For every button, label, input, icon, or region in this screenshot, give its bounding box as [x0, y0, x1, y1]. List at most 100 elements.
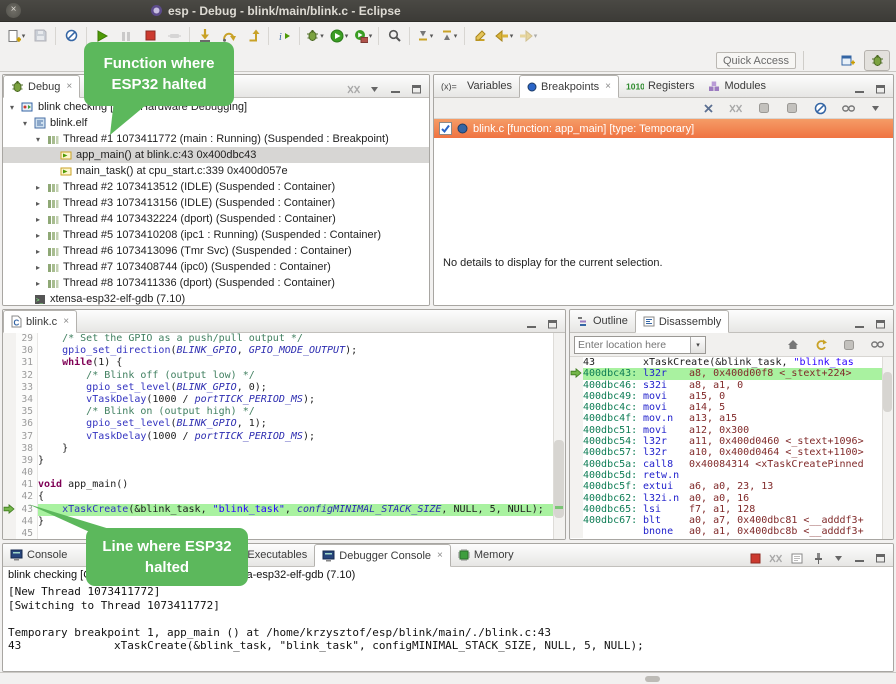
- step-return-button[interactable]: [241, 25, 265, 47]
- debug-tree-item[interactable]: ▸Thread #6 1073413096 (Tmr Svc) (Suspend…: [3, 243, 429, 259]
- disassembly-instruction[interactable]: 400dbc49:movia15, 0: [570, 391, 893, 402]
- instruction-stepping-button[interactable]: i: [272, 25, 296, 47]
- disassembly-instruction[interactable]: 400dbc5d:retw.n: [570, 470, 893, 481]
- tree-expand-arrow-icon[interactable]: ▸: [33, 263, 43, 272]
- editor-line[interactable]: 29 /* Set the GPIO as a push/pull output…: [3, 333, 565, 345]
- tree-expand-arrow-icon[interactable]: ▸: [33, 199, 43, 208]
- tab-memory[interactable]: Memory: [451, 544, 521, 566]
- debug-tree-item[interactable]: ▾blink.elf: [3, 115, 429, 131]
- tab-console[interactable]: Console: [3, 544, 74, 566]
- editor-line[interactable]: 38 }: [3, 443, 565, 455]
- tab-outline[interactable]: Outline: [570, 310, 635, 332]
- external-tools-button[interactable]: ▾: [351, 25, 375, 47]
- maximize-view-button[interactable]: [408, 81, 426, 97]
- editor-line[interactable]: 41void app_main(): [3, 479, 565, 491]
- remove-breakpoint-button[interactable]: [696, 97, 720, 119]
- disassembly-instruction[interactable]: 400dbc51:movia12, 0x300: [570, 425, 893, 436]
- editor-line[interactable]: 30 gpio_set_direction(BLINK_GPIO, GPIO_M…: [3, 345, 565, 357]
- show-supported-breakpoints-button[interactable]: [752, 97, 776, 119]
- breakpoint-item[interactable]: blink.c [function: app_main] [type: Temp…: [434, 119, 893, 138]
- tab-disassembly[interactable]: Disassembly: [635, 310, 729, 333]
- close-tab-icon[interactable]: ×: [605, 81, 611, 92]
- clear-console-button[interactable]: [788, 550, 806, 566]
- editor-line[interactable]: 37 vTaskDelay(1000 / portTICK_PERIOD_MS)…: [3, 431, 565, 443]
- tree-expand-arrow-icon[interactable]: ▸: [33, 183, 43, 192]
- disassembly-instruction[interactable]: 400dbc5f:extuia6, a0, 23, 13: [570, 481, 893, 492]
- tab-variables[interactable]: (x)=Variables: [434, 75, 519, 97]
- last-edit-location-button[interactable]: [468, 25, 492, 47]
- tab-breakpoints[interactable]: Breakpoints×: [519, 75, 619, 98]
- quick-access-button[interactable]: Quick Access: [716, 52, 796, 69]
- breakpoints-menu-button[interactable]: [864, 97, 888, 119]
- debug-tree-item[interactable]: app_main() at blink.c:43 0x400dbc43: [3, 147, 429, 163]
- minimize-view-button[interactable]: [387, 81, 405, 97]
- debug-tree-item[interactable]: ▸Thread #3 1073413156 (IDLE) (Suspended …: [3, 195, 429, 211]
- disassembly-instruction[interactable]: 400dbc46:s32ia8, a1, 0: [570, 380, 893, 391]
- run-button[interactable]: ▾: [327, 25, 351, 47]
- refresh-button[interactable]: [809, 334, 833, 356]
- tree-expand-arrow-icon[interactable]: ▸: [33, 215, 43, 224]
- tree-expand-arrow-icon[interactable]: ▾: [20, 119, 30, 128]
- dropdown-arrow-icon[interactable]: ▾: [320, 32, 324, 40]
- debug-tree-item[interactable]: ▸Thread #8 1073411336 (dport) (Suspended…: [3, 275, 429, 291]
- editor-line[interactable]: 31 while(1) {: [3, 357, 565, 369]
- disassembly-listing[interactable]: 43xTaskCreate(&blink_task, "blink_tas400…: [570, 357, 893, 539]
- tab-modules[interactable]: Modules: [701, 75, 773, 97]
- editor-line[interactable]: 40: [3, 467, 565, 479]
- tree-expand-arrow-icon[interactable]: ▸: [33, 247, 43, 256]
- tab-debug[interactable]: Debug×: [3, 75, 80, 98]
- disassembly-instruction[interactable]: 400dbc65:lsif7, a1, 128: [570, 504, 893, 515]
- location-combo[interactable]: ▾: [574, 336, 706, 354]
- debug-tree-item[interactable]: main_task() at cpu_start.c:339 0x400d057…: [3, 163, 429, 179]
- disassembly-instruction[interactable]: 400dbc5a:call80x40084314 <xTaskCreatePin…: [570, 459, 893, 470]
- new-button[interactable]: ▾: [4, 25, 28, 47]
- next-annotation-button[interactable]: ▾: [413, 25, 437, 47]
- debug-tree-item[interactable]: ▾Thread #1 1073411772 (main : Running) (…: [3, 131, 429, 147]
- close-tab-icon[interactable]: ×: [66, 81, 72, 92]
- debug-tree-item[interactable]: ▸Thread #5 1073410208 (ipc1 : Running) (…: [3, 227, 429, 243]
- dropdown-arrow-icon[interactable]: ▾: [22, 32, 26, 40]
- debug-perspective-button[interactable]: [864, 50, 890, 71]
- minimize-view-button[interactable]: [851, 550, 869, 566]
- terminate-button[interactable]: [746, 550, 764, 566]
- horizontal-scrollbar-thumb[interactable]: [645, 676, 660, 682]
- dropdown-arrow-icon[interactable]: ▾: [534, 32, 538, 40]
- window-close-button[interactable]: ×: [6, 3, 21, 18]
- tab-registers[interactable]: 1010Registers: [619, 75, 701, 97]
- tree-expand-arrow-icon[interactable]: ▸: [33, 279, 43, 288]
- go-to-file-button[interactable]: [780, 97, 804, 119]
- open-perspective-button[interactable]: [835, 50, 861, 71]
- forward-button[interactable]: ▾: [516, 25, 540, 47]
- editor-line[interactable]: 33 gpio_set_level(BLINK_GPIO, 0);: [3, 382, 565, 394]
- close-tab-icon[interactable]: ×: [437, 550, 443, 561]
- disassembly-instruction[interactable]: 400dbc54:l32ra11, 0x400d0460 <_stext+109…: [570, 436, 893, 447]
- maximize-view-button[interactable]: [872, 316, 890, 332]
- skip-all-breakpoints-button[interactable]: [59, 25, 83, 47]
- combo-dropdown-icon[interactable]: ▾: [690, 337, 705, 353]
- link-with-editor-button[interactable]: [865, 334, 889, 356]
- editor-line[interactable]: 36 gpio_set_level(BLINK_GPIO, 1);: [3, 418, 565, 430]
- editor-line[interactable]: 34 vTaskDelay(1000 / portTICK_PERIOD_MS)…: [3, 394, 565, 406]
- disassembly-instruction[interactable]: 400dbc43:l32ra8, 0x400d00f8 <_stext+224>: [570, 368, 893, 379]
- back-button[interactable]: ▾: [492, 25, 516, 47]
- maximize-view-button[interactable]: [872, 81, 890, 97]
- disassembly-instruction[interactable]: 400dbc67:blta0, a7, 0x400dbc81 <__adddf3…: [570, 515, 893, 526]
- debug-tree-item[interactable]: >_xtensa-esp32-elf-gdb (7.10): [3, 291, 429, 305]
- disassembly-instruction[interactable]: 400dbc57:l32ra10, 0x400d0464 <_stext+110…: [570, 447, 893, 458]
- pin-console-button[interactable]: [809, 550, 827, 566]
- home-button[interactable]: [781, 334, 805, 356]
- dropdown-arrow-icon[interactable]: ▾: [369, 32, 373, 40]
- tab-debugger-console[interactable]: Debugger Console×: [314, 544, 451, 567]
- view-menu-button[interactable]: [366, 81, 384, 97]
- debug-tree-item[interactable]: ▸Thread #7 1073408744 (ipc0) (Suspended …: [3, 259, 429, 275]
- tab-blink-c[interactable]: Cblink.c×: [3, 310, 77, 333]
- disassembly-instruction[interactable]: 400dbc4f:mov.na13, a15: [570, 413, 893, 424]
- debug-button[interactable]: ▾: [303, 25, 327, 47]
- disassembly-instruction[interactable]: 400dbc62:l32i.na0, a0, 16: [570, 493, 893, 504]
- disassembly-source-line[interactable]: 43xTaskCreate(&blink_task, "blink_tas: [570, 357, 893, 368]
- remove-launch-button[interactable]: [767, 550, 785, 566]
- editor-line[interactable]: 39}: [3, 455, 565, 467]
- tree-expand-arrow-icon[interactable]: ▾: [7, 103, 17, 112]
- debug-tree-item[interactable]: ▸Thread #2 1073413512 (IDLE) (Suspended …: [3, 179, 429, 195]
- dropdown-arrow-icon[interactable]: ▾: [510, 32, 514, 40]
